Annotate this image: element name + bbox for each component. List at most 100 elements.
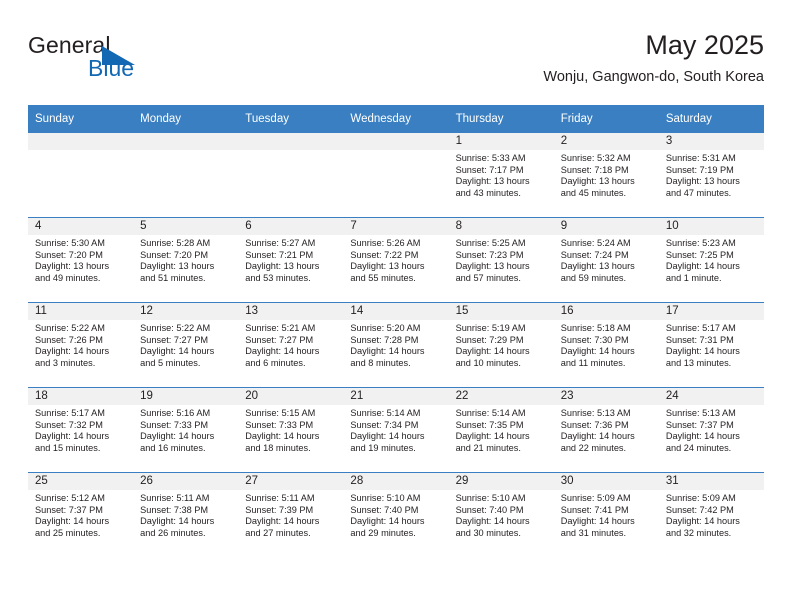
calendar-week-row: 4 Sunrise: 5:30 AM Sunset: 7:20 PM Daylight… <box>28 217 764 303</box>
calendar-day-cell[interactable]: 6 Sunrise: 5:27 AM Sunset: 7:21 PM Daylight… <box>238 217 344 303</box>
day-number: 5 <box>133 218 239 235</box>
day-detail-line: and 59 minutes. <box>560 272 627 283</box>
day-detail-line: and 25 minutes. <box>35 527 101 538</box>
day-detail-line: Daylight: 14 hours <box>140 516 215 527</box>
day-detail-line: and 45 minutes. <box>560 187 627 198</box>
calendar-day-cell[interactable]: 9 Sunrise: 5:24 AM Sunset: 7:24 PM Daylight… <box>553 217 659 303</box>
day-detail-line: Daylight: 13 hours <box>35 261 110 272</box>
day-detail-line: Sunrise: 5:11 AM <box>140 493 210 503</box>
day-details: Sunrise: 5:33 AM Sunset: 7:17 PM Daylight:… <box>449 150 554 199</box>
day-cell-inner: 20 Sunrise: 5:15 AM Sunset: 7:33 PM Dayligh… <box>238 388 344 472</box>
calendar-day-cell <box>28 133 134 218</box>
day-detail-line: and 24 minutes. <box>665 442 732 453</box>
day-detail-line: and 26 minutes. <box>140 527 206 538</box>
day-detail-line: Daylight: 14 hours <box>665 516 740 527</box>
day-cell-inner: 21 Sunrise: 5:14 AM Sunset: 7:34 PM Dayligh… <box>343 388 449 472</box>
day-detail-line: Daylight: 14 hours <box>140 431 215 442</box>
calendar-day-cell[interactable]: 13 Sunrise: 5:21 AM Sunset: 7:27 PM Dayligh… <box>238 302 344 388</box>
calendar-week-row: 11 Sunrise: 5:22 AM Sunset: 7:26 PM Dayligh… <box>28 302 764 388</box>
day-detail-line: Daylight: 13 hours <box>140 261 215 272</box>
day-detail-line: and 30 minutes. <box>455 527 521 538</box>
calendar-day-cell[interactable]: 1 Sunrise: 5:33 AM Sunset: 7:17 PM Daylight… <box>448 133 554 218</box>
day-detail-line: and 6 minutes. <box>245 357 306 368</box>
day-detail-line: Sunrise: 5:23 AM <box>665 238 736 248</box>
day-detail-line: Sunrise: 5:10 AM <box>455 493 526 503</box>
day-cell-inner: 30 Sunrise: 5:09 AM Sunset: 7:41 PM Dayligh… <box>553 473 659 557</box>
calendar-day-cell[interactable]: 21 Sunrise: 5:14 AM Sunset: 7:34 PM Dayligh… <box>343 387 449 473</box>
calendar-day-cell[interactable]: 8 Sunrise: 5:25 AM Sunset: 7:23 PM Daylight… <box>448 217 554 303</box>
calendar-day-cell[interactable]: 25 Sunrise: 5:12 AM Sunset: 7:37 PM Dayligh… <box>28 472 134 557</box>
calendar-day-cell[interactable]: 5 Sunrise: 5:28 AM Sunset: 7:20 PM Daylight… <box>133 217 239 303</box>
day-detail-line: Daylight: 14 hours <box>560 346 635 357</box>
day-cell-inner: 10 Sunrise: 5:23 AM Sunset: 7:25 PM Dayligh… <box>658 218 764 302</box>
day-detail-line: Daylight: 14 hours <box>140 346 215 357</box>
calendar-day-cell[interactable]: 7 Sunrise: 5:26 AM Sunset: 7:22 PM Daylight… <box>343 217 449 303</box>
day-number <box>28 133 134 150</box>
calendar-day-cell[interactable]: 10 Sunrise: 5:23 AM Sunset: 7:25 PM Dayligh… <box>658 217 764 303</box>
calendar-day-cell[interactable]: 19 Sunrise: 5:16 AM Sunset: 7:33 PM Dayligh… <box>133 387 239 473</box>
day-number: 13 <box>238 303 344 320</box>
calendar-day-cell[interactable]: 20 Sunrise: 5:15 AM Sunset: 7:33 PM Dayligh… <box>238 387 344 473</box>
day-detail-line: Sunset: 7:40 PM <box>350 504 419 515</box>
calendar-day-cell[interactable]: 4 Sunrise: 5:30 AM Sunset: 7:20 PM Daylight… <box>28 217 134 303</box>
calendar-day-cell[interactable]: 31 Sunrise: 5:09 AM Sunset: 7:42 PM Dayligh… <box>658 472 764 557</box>
day-detail-line: Daylight: 14 hours <box>35 346 110 357</box>
calendar-day-cell[interactable]: 26 Sunrise: 5:11 AM Sunset: 7:38 PM Dayligh… <box>133 472 239 557</box>
day-detail-line: Sunrise: 5:19 AM <box>455 323 526 333</box>
calendar-day-cell <box>238 133 344 218</box>
day-detail-line: Sunrise: 5:26 AM <box>350 238 421 248</box>
brand-logo[interactable]: General Blue <box>28 32 228 90</box>
calendar-day-cell[interactable]: 28 Sunrise: 5:10 AM Sunset: 7:40 PM Dayligh… <box>343 472 449 557</box>
calendar-day-cell[interactable]: 29 Sunrise: 5:10 AM Sunset: 7:40 PM Dayligh… <box>448 472 554 557</box>
day-detail-line: Sunrise: 5:15 AM <box>245 408 316 418</box>
day-detail-line: Sunrise: 5:22 AM <box>35 323 105 333</box>
day-number: 31 <box>658 473 764 490</box>
day-details <box>343 150 448 153</box>
page-header: General Blue May 2025 Wonju, Gangwon-do,… <box>28 28 764 98</box>
day-details: Sunrise: 5:10 AM Sunset: 7:40 PM Daylight:… <box>449 490 554 539</box>
day-number: 1 <box>448 133 554 150</box>
day-detail-line: Sunrise: 5:28 AM <box>140 238 211 248</box>
day-details: Sunrise: 5:10 AM Sunset: 7:40 PM Daylight:… <box>343 490 448 539</box>
day-cell-inner: 24 Sunrise: 5:13 AM Sunset: 7:37 PM Dayligh… <box>658 388 764 472</box>
day-cell-inner: 15 Sunrise: 5:19 AM Sunset: 7:29 PM Dayligh… <box>448 303 554 387</box>
day-detail-line: Daylight: 14 hours <box>245 516 320 527</box>
day-detail-line: Sunset: 7:19 PM <box>665 164 734 175</box>
day-detail-line: Sunrise: 5:18 AM <box>560 323 631 333</box>
day-number: 9 <box>553 218 659 235</box>
day-detail-line: Sunset: 7:20 PM <box>35 249 103 260</box>
calendar-day-cell[interactable]: 3 Sunrise: 5:31 AM Sunset: 7:19 PM Daylight… <box>658 133 764 218</box>
day-detail-line: and 22 minutes. <box>560 442 627 453</box>
day-detail-line: Sunset: 7:33 PM <box>140 419 209 430</box>
calendar-day-cell[interactable]: 30 Sunrise: 5:09 AM Sunset: 7:41 PM Dayligh… <box>553 472 659 557</box>
day-number: 15 <box>448 303 554 320</box>
day-details: Sunrise: 5:14 AM Sunset: 7:34 PM Daylight:… <box>343 405 448 454</box>
calendar-day-cell[interactable]: 24 Sunrise: 5:13 AM Sunset: 7:37 PM Dayligh… <box>658 387 764 473</box>
calendar-day-cell[interactable]: 15 Sunrise: 5:19 AM Sunset: 7:29 PM Dayligh… <box>448 302 554 388</box>
day-number: 28 <box>343 473 449 490</box>
day-detail-line: Sunrise: 5:10 AM <box>350 493 421 503</box>
day-number: 3 <box>658 133 764 150</box>
day-number: 16 <box>553 303 659 320</box>
calendar-day-cell[interactable]: 16 Sunrise: 5:18 AM Sunset: 7:30 PM Dayligh… <box>553 302 659 388</box>
calendar-day-cell[interactable]: 18 Sunrise: 5:17 AM Sunset: 7:32 PM Dayligh… <box>28 387 134 473</box>
day-detail-line: Sunset: 7:18 PM <box>560 164 629 175</box>
calendar-day-cell[interactable]: 12 Sunrise: 5:22 AM Sunset: 7:27 PM Dayligh… <box>133 302 239 388</box>
day-details: Sunrise: 5:09 AM Sunset: 7:42 PM Daylight:… <box>659 490 764 539</box>
calendar-day-cell[interactable]: 11 Sunrise: 5:22 AM Sunset: 7:26 PM Dayligh… <box>28 302 134 388</box>
day-detail-line: Daylight: 14 hours <box>455 346 530 357</box>
day-cell-inner: 11 Sunrise: 5:22 AM Sunset: 7:26 PM Dayligh… <box>28 303 134 387</box>
calendar-day-cell[interactable]: 27 Sunrise: 5:11 AM Sunset: 7:39 PM Dayligh… <box>238 472 344 557</box>
day-detail-line: Sunset: 7:23 PM <box>455 249 524 260</box>
calendar-day-cell[interactable]: 17 Sunrise: 5:17 AM Sunset: 7:31 PM Dayligh… <box>658 302 764 388</box>
day-number: 25 <box>28 473 134 490</box>
calendar-day-cell[interactable]: 2 Sunrise: 5:32 AM Sunset: 7:18 PM Daylight… <box>553 133 659 218</box>
calendar-day-cell[interactable]: 23 Sunrise: 5:13 AM Sunset: 7:36 PM Dayligh… <box>553 387 659 473</box>
day-cell-inner: 12 Sunrise: 5:22 AM Sunset: 7:27 PM Dayligh… <box>133 303 239 387</box>
day-cell-inner <box>28 133 134 217</box>
calendar-day-cell[interactable]: 22 Sunrise: 5:14 AM Sunset: 7:35 PM Dayligh… <box>448 387 554 473</box>
calendar-day-cell[interactable]: 14 Sunrise: 5:20 AM Sunset: 7:28 PM Dayligh… <box>343 302 449 388</box>
day-details: Sunrise: 5:26 AM Sunset: 7:22 PM Daylight:… <box>343 235 448 284</box>
day-detail-line: Sunset: 7:27 PM <box>245 334 314 345</box>
day-cell-inner: 22 Sunrise: 5:14 AM Sunset: 7:35 PM Dayligh… <box>448 388 554 472</box>
